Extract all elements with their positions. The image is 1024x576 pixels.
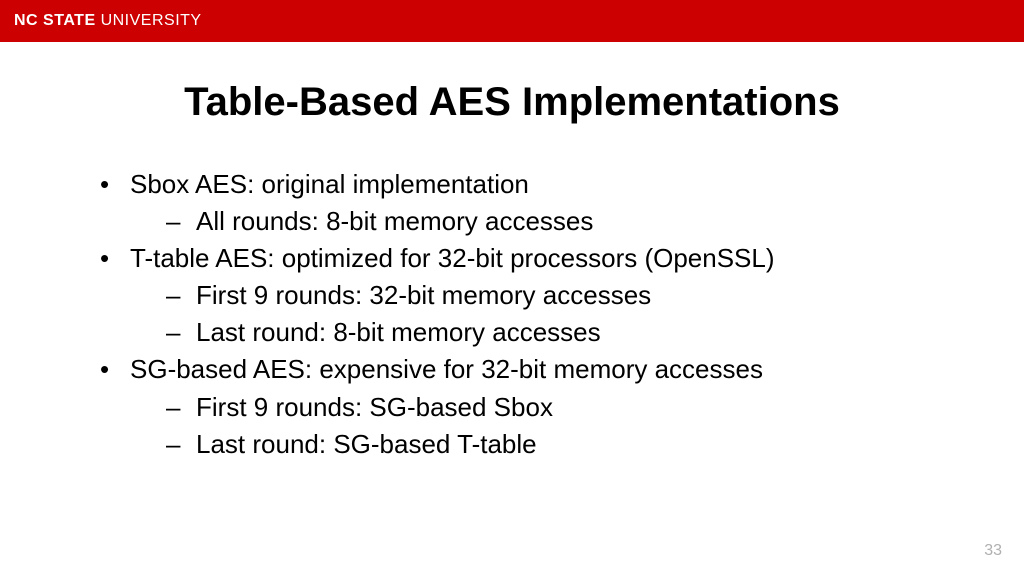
slide-title: Table-Based AES Implementations <box>60 80 964 125</box>
header-bar: NC STATE UNIVERSITY <box>0 0 1024 42</box>
list-item: Last round: 8-bit memory accesses <box>166 315 964 350</box>
list-item: All rounds: 8-bit memory accesses <box>166 204 964 239</box>
brand-light-text: UNIVERSITY <box>96 12 202 29</box>
list-item: First 9 rounds: 32-bit memory accesses <box>166 278 964 313</box>
page-number: 33 <box>984 542 1002 560</box>
slide-content: Table-Based AES Implementations Sbox AES… <box>0 42 1024 462</box>
university-brand: NC STATE UNIVERSITY <box>14 12 202 30</box>
bullet-list: Sbox AES: original implementation All ro… <box>60 167 964 462</box>
sub-bullet-text: First 9 rounds: 32-bit memory accesses <box>196 280 651 310</box>
sub-bullet-text: Last round: SG-based T-table <box>196 429 537 459</box>
sub-list: First 9 rounds: SG-based Sbox Last round… <box>130 390 964 462</box>
sub-list: First 9 rounds: 32-bit memory accesses L… <box>130 278 964 350</box>
list-item: First 9 rounds: SG-based Sbox <box>166 390 964 425</box>
list-item: T-table AES: optimized for 32-bit proces… <box>100 241 964 350</box>
list-item: SG-based AES: expensive for 32-bit memor… <box>100 352 964 461</box>
brand-bold-text: NC STATE <box>14 12 96 29</box>
sub-bullet-text: Last round: 8-bit memory accesses <box>196 317 601 347</box>
bullet-text: Sbox AES: original implementation <box>130 169 529 199</box>
bullet-text: T-table AES: optimized for 32-bit proces… <box>130 243 775 273</box>
list-item: Last round: SG-based T-table <box>166 427 964 462</box>
bullet-text: SG-based AES: expensive for 32-bit memor… <box>130 354 763 384</box>
sub-bullet-text: All rounds: 8-bit memory accesses <box>196 206 593 236</box>
list-item: Sbox AES: original implementation All ro… <box>100 167 964 239</box>
sub-bullet-text: First 9 rounds: SG-based Sbox <box>196 392 553 422</box>
sub-list: All rounds: 8-bit memory accesses <box>130 204 964 239</box>
